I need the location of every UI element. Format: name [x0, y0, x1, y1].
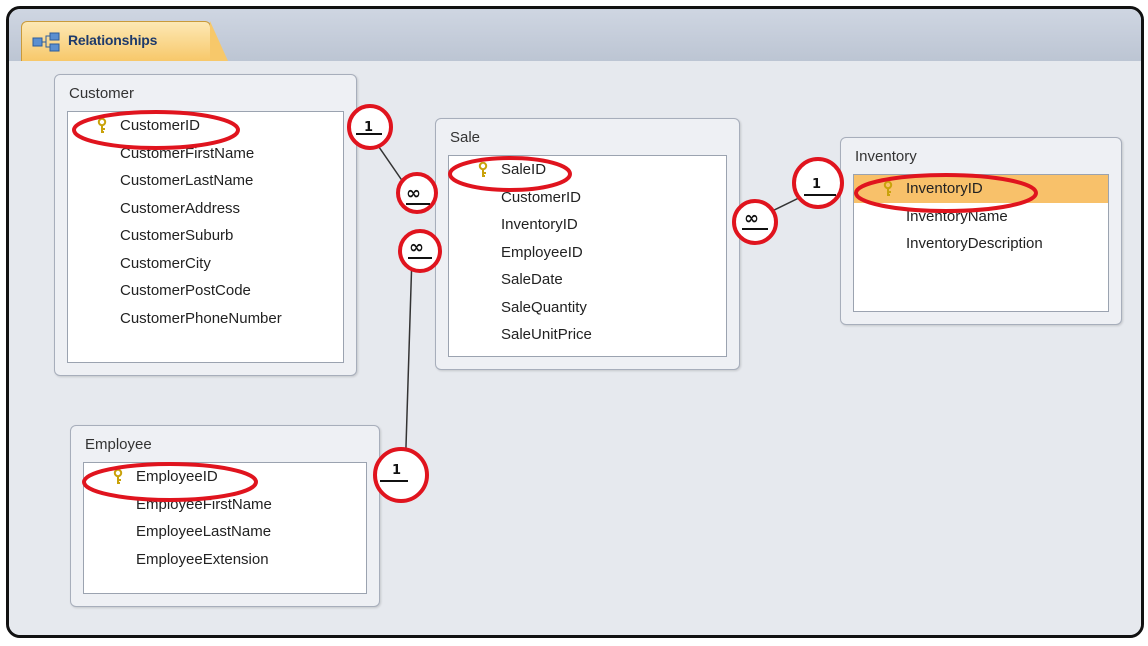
field-list[interactable]: SaleID CustomerID InventoryID EmployeeID… [448, 155, 727, 357]
field-row[interactable]: CustomerAddress [68, 195, 343, 223]
tab-relationships[interactable]: Relationships [21, 21, 228, 61]
field-row[interactable]: SaleID [449, 156, 726, 184]
document-tab-bar: Relationships [9, 9, 1141, 62]
field-name: CustomerAddress [120, 199, 241, 217]
field-row[interactable]: EmployeeLastName [84, 518, 366, 546]
field-row[interactable]: InventoryDescription [854, 230, 1108, 258]
key-icon [883, 181, 893, 196]
field-row[interactable]: InventoryName [854, 203, 1108, 231]
field-row[interactable]: CustomerCity [68, 250, 343, 278]
field-row[interactable]: SaleQuantity [449, 294, 726, 322]
table-inventory[interactable]: Inventory InventoryID InventoryName Inve… [840, 137, 1122, 325]
field-row[interactable]: SaleUnitPrice [449, 321, 726, 349]
field-row[interactable]: CustomerFirstName [68, 140, 343, 168]
field-name: EmployeeFirstName [136, 495, 272, 513]
field-row[interactable]: EmployeeID [449, 239, 726, 267]
field-list[interactable]: EmployeeID EmployeeFirstName EmployeeLas… [83, 462, 367, 594]
field-list[interactable]: InventoryID InventoryName InventoryDescr… [853, 174, 1109, 312]
field-name: EmployeeID [501, 243, 583, 261]
table-customer[interactable]: Customer CustomerID CustomerFirstName Cu… [54, 74, 357, 376]
field-name: SaleID [501, 161, 547, 178]
field-name: InventoryDescription [906, 235, 1043, 252]
field-name: EmployeeExtension [136, 550, 269, 568]
key-icon [113, 469, 123, 484]
field-name: EmployeeID [136, 468, 218, 485]
table-title: Inventory [855, 148, 917, 165]
key-icon [478, 162, 488, 177]
field-row[interactable]: EmployeeExtension [84, 546, 366, 574]
table-title: Employee [85, 436, 152, 453]
field-name: EmployeeLastName [136, 523, 272, 540]
field-row[interactable]: EmployeeID [84, 463, 366, 491]
table-title: Customer [69, 85, 135, 102]
field-name: CustomerFirstName [120, 144, 255, 162]
field-name: InventoryName [906, 207, 1008, 225]
field-row[interactable]: EmployeeFirstName [84, 491, 366, 519]
field-name: CustomerPhoneNumber [120, 309, 282, 327]
field-name: CustomerLastName [120, 172, 254, 189]
table-title: Sale [450, 129, 481, 146]
field-name: SaleDate [501, 271, 563, 288]
field-name: CustomerSuburb [120, 227, 234, 244]
field-name: SaleQuantity [501, 298, 587, 316]
field-row[interactable]: CustomerPhoneNumber [68, 305, 343, 333]
table-sale[interactable]: Sale SaleID CustomerID InventoryID Emplo… [435, 118, 740, 370]
field-list[interactable]: CustomerID CustomerFirstName CustomerLas… [67, 111, 344, 363]
field-row-selected[interactable]: InventoryID [854, 175, 1108, 203]
table-employee[interactable]: Employee EmployeeID EmployeeFirstName Em… [70, 425, 380, 607]
field-row[interactable]: CustomerSuburb [68, 222, 343, 250]
field-name: CustomerID [120, 117, 201, 134]
field-row[interactable]: InventoryID [449, 211, 726, 239]
field-name: CustomerCity [120, 254, 211, 272]
field-row[interactable]: SaleDate [449, 266, 726, 294]
field-name: InventoryID [906, 180, 983, 197]
field-row[interactable]: CustomerPostCode [68, 277, 343, 305]
field-row[interactable]: CustomerID [449, 184, 726, 212]
field-name: InventoryID [501, 216, 578, 233]
field-name: SaleUnitPrice [501, 326, 592, 343]
field-row[interactable]: CustomerLastName [68, 167, 343, 195]
field-name: CustomerPostCode [120, 282, 251, 299]
key-icon [97, 118, 107, 133]
relationships-icon [32, 32, 60, 52]
tab-label: Relationships [68, 32, 158, 48]
field-row[interactable]: CustomerID [68, 112, 343, 140]
field-name: CustomerID [501, 188, 582, 206]
